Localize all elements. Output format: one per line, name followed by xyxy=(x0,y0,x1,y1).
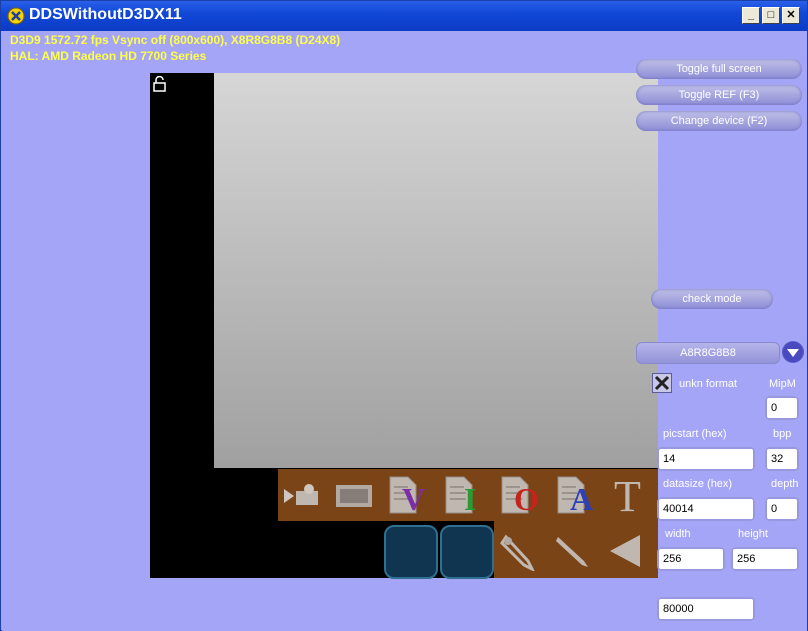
close-button[interactable]: ✕ xyxy=(782,7,800,24)
height-label: height xyxy=(738,528,768,540)
document-a-letter: A xyxy=(570,481,594,517)
pen-tool-icon[interactable] xyxy=(498,531,542,571)
document-v-letter: V xyxy=(402,481,426,517)
unknown-format-label: unkn format xyxy=(679,378,738,390)
document-o-letter: O xyxy=(514,481,539,517)
bpp-value: 32 xyxy=(767,449,797,469)
lock-icon[interactable] xyxy=(152,76,168,92)
arrow-left-icon[interactable] xyxy=(606,531,646,571)
dropdown-arrow-icon[interactable] xyxy=(782,341,804,363)
tool-panel-top: V I O A T xyxy=(278,469,658,521)
mipm-field[interactable]: 0 xyxy=(765,396,799,420)
app-window: DDSWithoutD3DX11 _ □ ✕ D3D9 1572.72 fps … xyxy=(0,0,808,631)
depth-label: depth xyxy=(771,478,799,490)
document-i-letter: I xyxy=(464,481,477,517)
bpp-field[interactable]: 32 xyxy=(765,447,799,471)
client-area: D3D9 1572.72 fps Vsync off (800x600), X8… xyxy=(2,31,807,631)
depth-value: 0 xyxy=(767,499,797,519)
width-value: 256 xyxy=(659,549,723,569)
change-device-button[interactable]: Change device (F2) xyxy=(636,111,802,131)
dds-app-icon xyxy=(7,7,25,25)
tool-panel-bottom xyxy=(494,521,658,578)
title-bar[interactable]: DDSWithoutD3DX11 _ □ ✕ xyxy=(1,1,807,31)
minimize-button[interactable]: _ xyxy=(742,7,760,24)
camera-icon[interactable] xyxy=(282,481,322,511)
depth-field[interactable]: 0 xyxy=(765,497,799,521)
toggle-full-screen-button[interactable]: Toggle full screen xyxy=(636,59,802,79)
document-o-icon[interactable]: O xyxy=(500,475,546,519)
texture-viewport[interactable]: V I O A T xyxy=(150,73,658,579)
checkbox-x-icon xyxy=(654,375,670,391)
mipm-label: MipM xyxy=(769,378,796,390)
color-swatch-2[interactable] xyxy=(440,525,494,579)
width-field[interactable]: 256 xyxy=(657,547,725,571)
picstart-label: picstart (hex) xyxy=(663,428,727,440)
width-label: width xyxy=(665,528,691,540)
total-size-field[interactable]: 80000 xyxy=(657,597,755,621)
mipm-value: 0 xyxy=(767,398,797,418)
document-v-icon[interactable]: V xyxy=(388,475,434,519)
datasize-field[interactable]: 40014 xyxy=(657,497,755,521)
pencil-icon[interactable] xyxy=(554,533,594,569)
picstart-value: 14 xyxy=(659,449,753,469)
bpp-label: bpp xyxy=(773,428,792,440)
datasize-value: 40014 xyxy=(659,499,753,519)
document-i-icon[interactable]: I xyxy=(444,475,490,519)
document-a-icon[interactable]: A xyxy=(556,475,602,519)
unknown-format-checkbox[interactable] xyxy=(652,373,672,393)
window-title: DDSWithoutD3DX11 xyxy=(29,6,182,23)
total-size-value: 80000 xyxy=(659,599,753,619)
texture-preview xyxy=(214,73,658,468)
film-icon[interactable] xyxy=(334,483,374,509)
maximize-button[interactable]: □ xyxy=(762,7,780,24)
toggle-ref-button[interactable]: Toggle REF (F3) xyxy=(636,85,802,105)
height-value: 256 xyxy=(733,549,797,569)
text-tool-icon[interactable]: T xyxy=(614,471,641,522)
check-mode-button[interactable]: check mode xyxy=(651,289,773,309)
stats-line-1: D3D9 1572.72 fps Vsync off (800x600), X8… xyxy=(10,33,341,47)
format-select[interactable]: A8R8G8B8 xyxy=(636,342,780,364)
color-swatch-1[interactable] xyxy=(384,525,438,579)
stats-line-2: HAL: AMD Radeon HD 7700 Series xyxy=(10,49,207,63)
height-field[interactable]: 256 xyxy=(731,547,799,571)
picstart-field[interactable]: 14 xyxy=(657,447,755,471)
datasize-label: datasize (hex) xyxy=(663,478,733,490)
